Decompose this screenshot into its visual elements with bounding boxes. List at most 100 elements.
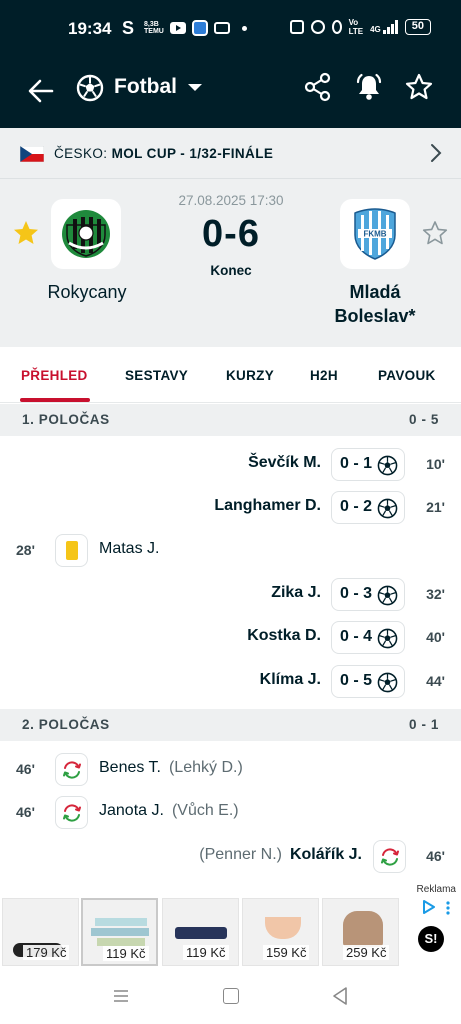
away-team-name[interactable]: Mladá Boleslav* — [318, 280, 432, 328]
period-score: 0 - 1 — [408, 717, 439, 732]
incident-player[interactable]: Klíma J. — [260, 671, 321, 689]
battery-icon: 50 — [404, 19, 431, 35]
incident-minute: 46' — [16, 804, 35, 820]
nfc-icon — [289, 20, 304, 34]
tab-pavouk[interactable]: PAVOUK — [378, 368, 436, 383]
star-outline-icon[interactable] — [404, 72, 434, 102]
incident-row[interactable]: (Penner N.) Kolářík J. 46' — [0, 837, 461, 877]
ad-price: 119 Kč — [183, 945, 229, 960]
sport-selector-title[interactable]: Fotbal — [114, 75, 177, 99]
favorite-star-icon[interactable] — [12, 219, 40, 247]
substituted-player[interactable]: (Lehký D.) — [169, 759, 243, 776]
app-screen: 19:34 S 8,3B TEMU Vo LTE 4G 50 Fotbal ČE… — [0, 0, 461, 1024]
incident-row[interactable]: 46' Benes T. (Lehký D.) — [0, 750, 461, 790]
ad-price: 179 Kč — [23, 945, 70, 960]
incident-minute: 40' — [426, 629, 445, 645]
substitution-icon — [381, 848, 399, 866]
substituted-player[interactable]: (Vůch E.) — [172, 802, 239, 819]
soccer-ball-icon[interactable] — [76, 74, 104, 102]
incident-row[interactable]: Klíma J. 0 - 5 44' — [0, 662, 461, 702]
favorite-star-outline-icon[interactable] — [421, 219, 449, 247]
ad-price: 259 Kč — [343, 945, 390, 960]
league-header[interactable]: ČESKO: MOL CUP - 1/32-FINÁLE — [0, 128, 461, 179]
youtube-icon — [169, 22, 186, 34]
ad-carousel[interactable]: 179 Kč 119 Kč 119 Kč 159 Kč 259 Kč — [2, 898, 402, 966]
soccer-ball-icon — [377, 585, 398, 606]
arrow-left-icon[interactable] — [26, 76, 56, 106]
incident-minute: 46' — [426, 848, 445, 864]
product-image — [343, 911, 383, 947]
product-image — [265, 917, 301, 939]
soccer-ball-icon — [377, 628, 398, 649]
substitution-icon — [63, 804, 81, 822]
tab-sestavy[interactable]: SESTAVY — [125, 368, 188, 383]
soccer-ball-icon — [377, 498, 398, 519]
match-date: 27.08.2025 17:30 — [178, 193, 284, 208]
period-header: 2. POLOČAS 0 - 1 — [0, 709, 461, 741]
top-app-bar: Fotbal — [0, 60, 461, 128]
match-tabs: PŘEHLED SESTAVY KURZY H2H PAVOUK — [0, 347, 461, 403]
incident-row[interactable]: Zika J. 0 - 3 32' — [0, 575, 461, 615]
home-icon[interactable] — [223, 988, 239, 1004]
incident-minute: 21' — [426, 499, 445, 515]
goal-score-box: 0 - 2 — [331, 491, 405, 524]
more-notifications-icon — [241, 25, 247, 31]
incident-row[interactable]: 28' Matas J. — [0, 531, 461, 571]
more-vert-icon[interactable] — [445, 900, 451, 916]
home-team-logo[interactable] — [51, 199, 121, 269]
adchoices-icon[interactable] — [422, 900, 436, 914]
incident-row[interactable]: Langhamer D. 0 - 2 21' — [0, 488, 461, 528]
chevron-down-icon[interactable] — [188, 84, 202, 91]
substitution-box — [55, 796, 88, 829]
temu-icon: 8,3B TEMU — [144, 21, 164, 35]
away-team-logo[interactable]: FKMB — [340, 199, 410, 269]
soccer-ball-icon — [377, 455, 398, 476]
yellow-card-icon — [66, 541, 78, 560]
ad-product[interactable]: 179 Kč — [2, 898, 79, 966]
recents-icon[interactable] — [113, 988, 129, 1004]
incident-minute: 32' — [426, 586, 445, 602]
incident-row[interactable]: Kostka D. 0 - 4 40' — [0, 618, 461, 658]
back-icon[interactable] — [332, 986, 348, 1006]
incident-row[interactable]: Ševčík M. 0 - 1 10' — [0, 445, 461, 485]
alarm-icon — [310, 20, 325, 34]
fkmb-crest-icon: FKMB — [354, 208, 396, 260]
goal-score-box: 0 - 3 — [331, 578, 405, 611]
incident-player[interactable]: (Penner N.) Kolářík J. — [199, 846, 362, 864]
active-tab-indicator — [20, 398, 90, 402]
incident-player[interactable]: Ševčík M. — [248, 454, 321, 472]
app-notification-icon — [191, 20, 208, 36]
tab-h2h[interactable]: H2H — [310, 368, 338, 383]
incident-row[interactable]: 46' Janota J. (Vůch E.) — [0, 793, 461, 833]
period-header: 1. POLOČAS 0 - 5 — [0, 404, 461, 436]
period-name: 2. POLOČAS — [22, 717, 110, 732]
incident-player[interactable]: Kostka D. — [247, 627, 321, 645]
share-icon[interactable] — [304, 72, 332, 102]
ad-product[interactable]: 119 Kč — [81, 898, 158, 966]
home-team-name[interactable]: Rokycany — [30, 282, 144, 303]
substitution-box — [55, 753, 88, 786]
incident-player[interactable]: Matas J. — [99, 540, 159, 558]
product-image — [95, 918, 147, 926]
incident-player[interactable]: Zika J. — [271, 584, 321, 602]
status-time: 19:34 — [68, 19, 112, 38]
incident-minute: 10' — [426, 456, 445, 472]
ad-product[interactable]: 119 Kč — [162, 898, 239, 966]
ad-product[interactable]: 259 Kč — [322, 898, 399, 966]
yellow-card-box — [55, 534, 88, 567]
system-icons: Vo LTE 4G 50 — [289, 18, 431, 36]
tab-kurzy[interactable]: KURZY — [226, 368, 274, 383]
incident-player[interactable]: Benes T. (Lehký D.) — [99, 759, 243, 777]
ad-brand-badge[interactable]: S! — [418, 926, 444, 952]
bell-icon[interactable] — [354, 72, 384, 102]
chevron-right-icon[interactable] — [429, 142, 443, 164]
tab-prehled[interactable]: PŘEHLED — [21, 368, 88, 383]
incident-player[interactable]: Janota J. (Vůch E.) — [99, 802, 239, 820]
goal-score-box: 0 - 4 — [331, 621, 405, 654]
substituted-player[interactable]: (Penner N.) — [199, 846, 282, 863]
status-bar: 19:34 S 8,3B TEMU Vo LTE 4G 50 — [0, 0, 461, 60]
ad-label: Reklama — [416, 884, 456, 895]
match-status: Konec — [210, 263, 252, 278]
incident-player[interactable]: Langhamer D. — [214, 497, 321, 515]
ad-product[interactable]: 159 Kč — [242, 898, 319, 966]
